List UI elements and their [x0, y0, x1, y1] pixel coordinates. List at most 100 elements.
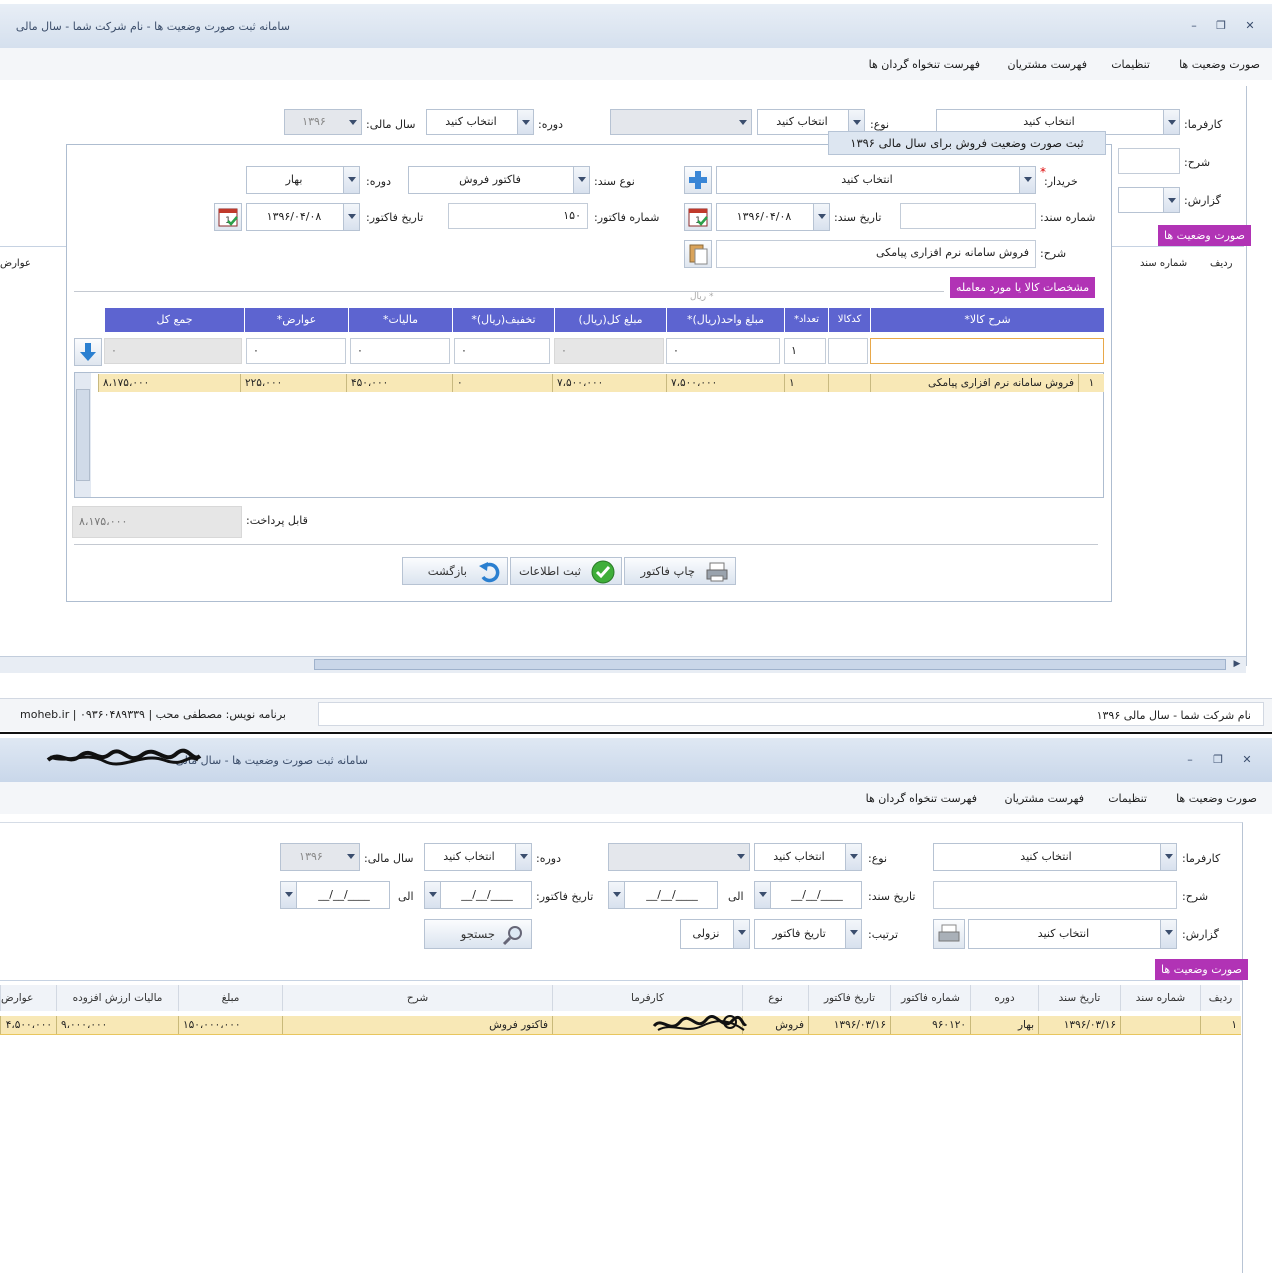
period-combo[interactable]: انتخاب کنید — [426, 109, 534, 135]
plus-icon — [689, 171, 707, 189]
side-tab-statements[interactable]: صورت وضعیت ها — [1155, 959, 1248, 980]
chevron-down-icon[interactable] — [515, 844, 531, 870]
chevron-down-icon[interactable] — [343, 204, 359, 230]
doctype-combo[interactable]: فاکتور فروش — [408, 166, 590, 194]
chevron-down-icon[interactable] — [425, 882, 441, 908]
chevron-down-icon[interactable] — [1163, 110, 1179, 134]
save-button[interactable]: ثبت اطلاعات — [510, 557, 622, 585]
copy-desc-button[interactable] — [684, 240, 712, 268]
chevron-down-icon[interactable] — [1160, 920, 1176, 948]
table-row[interactable]: ۱ ۱۳۹۶/۰۳/۱۶ بهار ۹۶۰۱۲۰ ۱۳۹۶/۰۳/۱۶ فروش… — [0, 1016, 1241, 1035]
sort-combo[interactable]: تاریخ فاکتور — [754, 919, 862, 949]
footer-divider — [74, 544, 1098, 545]
chevron-down-icon[interactable] — [345, 110, 361, 134]
docdate-calendar-button[interactable]: 1 — [684, 203, 712, 231]
chevron-down-icon[interactable] — [735, 110, 751, 134]
arrow-down-icon — [80, 343, 96, 361]
chevron-down-icon[interactable] — [343, 844, 359, 870]
items-scrollbar[interactable] — [75, 373, 91, 497]
chevron-down-icon[interactable] — [845, 844, 861, 870]
report-combo[interactable]: انتخاب کنید — [968, 919, 1177, 949]
background-h-scrollbar[interactable]: ▶ — [0, 656, 1246, 673]
back-button[interactable]: بازگشت — [402, 557, 508, 585]
chevron-down-icon[interactable] — [733, 920, 749, 948]
dialog-desc-input[interactable]: فروش سامانه نرم افزاری پیامکی — [716, 240, 1036, 268]
menu-statements[interactable]: صورت وضعیت ها — [1179, 58, 1260, 71]
item-tax-input[interactable]: ۰ — [350, 338, 450, 364]
order-combo[interactable]: نزولی — [680, 919, 750, 949]
menu-statements[interactable]: صورت وضعیت ها — [1176, 792, 1257, 805]
minimize-icon[interactable]: – — [1183, 754, 1197, 766]
item-code-input[interactable] — [828, 338, 868, 364]
dialog-period-combo[interactable]: بهار — [246, 166, 360, 194]
chevron-down-icon[interactable] — [573, 167, 589, 193]
chevron-down-icon[interactable] — [1160, 844, 1176, 870]
type-combo[interactable]: انتخاب کنید — [754, 843, 862, 871]
item-qty-input[interactable]: ۱ — [784, 338, 826, 364]
chevron-down-icon[interactable] — [1163, 188, 1179, 212]
chevron-down-icon[interactable] — [813, 204, 829, 230]
close-icon[interactable]: ✕ — [1243, 20, 1257, 32]
buyer-combo[interactable]: انتخاب کنید — [716, 166, 1036, 194]
side-tab-statements[interactable]: صورت وضعیت ها — [1158, 225, 1251, 246]
item-unit-input[interactable]: ۰ — [666, 338, 780, 364]
close-icon[interactable]: ✕ — [1240, 754, 1254, 766]
row-docdate: ۱۳۹۶/۰۳/۱۶ — [1038, 1016, 1120, 1034]
fiscal-year-combo[interactable]: ۱۳۹۶ — [284, 109, 362, 135]
period-label: دوره: — [538, 118, 563, 131]
chevron-down-icon[interactable] — [1019, 167, 1035, 193]
add-item-button[interactable] — [74, 338, 102, 366]
menu-petty-cash[interactable]: فهرست تنخواه گردان ها — [869, 58, 980, 71]
invdate-combo[interactable]: ۱۳۹۶/۰۴/۰۸ — [246, 203, 360, 231]
docdate-from-combo[interactable]: ____/__/__ — [754, 881, 862, 909]
scroll-thumb[interactable] — [76, 389, 90, 481]
payable-label: قابل پرداخت: — [246, 514, 308, 527]
chevron-down-icon[interactable] — [517, 110, 533, 134]
item-tax: ۴۵۰،۰۰۰ — [346, 374, 452, 392]
chevron-down-icon[interactable] — [609, 882, 625, 908]
print-invoice-button[interactable]: چاپ فاکتور — [624, 557, 736, 585]
restore-icon[interactable]: ❐ — [1211, 754, 1225, 766]
chevron-down-icon[interactable] — [281, 882, 297, 908]
employer-combo[interactable]: انتخاب کنید — [933, 843, 1177, 871]
docnum-input[interactable] — [900, 203, 1036, 229]
docdate-combo[interactable]: ۱۳۹۶/۰۴/۰۸ — [716, 203, 830, 231]
period-combo[interactable]: انتخاب کنید — [424, 843, 532, 871]
chevron-right-icon[interactable]: ▶ — [1230, 657, 1244, 672]
h-scroll-thumb[interactable] — [314, 659, 1226, 670]
item-duties-input[interactable]: ۰ — [246, 338, 346, 364]
table-row[interactable]: ۱ فروش سامانه نرم افزاری پیامکی ۱ ۷،۵۰۰،… — [98, 374, 1104, 392]
invdate-calendar-button[interactable]: 1 — [214, 203, 242, 231]
add-buyer-button[interactable] — [684, 166, 712, 194]
invnum-input[interactable]: ۱۵۰ — [448, 203, 588, 229]
invdate-to-combo[interactable]: ____/__/__ — [280, 881, 390, 909]
report-combo[interactable] — [1118, 187, 1180, 213]
menu-customers[interactable]: فهرست مشتریان — [1005, 792, 1085, 805]
restore-icon[interactable]: ❐ — [1214, 20, 1228, 32]
chevron-down-icon[interactable] — [755, 882, 771, 908]
row-docnum — [1120, 1016, 1200, 1034]
col-goods-desc: شرح کالا* — [870, 308, 1104, 332]
type-sub-combo[interactable] — [608, 843, 750, 871]
invdate-from-combo[interactable]: ____/__/__ — [424, 881, 532, 909]
sort-label: ترتیب: — [868, 928, 899, 941]
menu-settings[interactable]: تنظیمات — [1111, 58, 1150, 71]
type-sub-combo[interactable] — [610, 109, 752, 135]
menu-settings[interactable]: تنظیمات — [1108, 792, 1147, 805]
chevron-down-icon[interactable] — [845, 920, 861, 948]
desc-input[interactable] — [1118, 148, 1180, 174]
fiscal-year-combo[interactable]: ۱۳۹۶ — [280, 843, 360, 871]
item-desc-input[interactable] — [870, 338, 1104, 364]
minimize-icon[interactable]: – — [1187, 20, 1201, 32]
chevron-down-icon[interactable] — [343, 167, 359, 193]
menu-customers[interactable]: فهرست مشتریان — [1008, 58, 1088, 71]
desc-input[interactable] — [933, 881, 1177, 909]
docdate-to-combo[interactable]: ____/__/__ — [608, 881, 718, 909]
search-button[interactable]: جستجو — [424, 919, 532, 949]
item-discount-input[interactable]: ۰ — [454, 338, 550, 364]
item-total-input: ۰ — [554, 338, 664, 364]
print-report-button[interactable] — [933, 919, 965, 949]
menu-petty-cash[interactable]: فهرست تنخواه گردان ها — [866, 792, 977, 805]
chevron-down-icon[interactable] — [733, 844, 749, 870]
status-developer: برنامه نویس: مصطفی محب | ۰۹۳۶۰۴۸۹۳۳۹ | m… — [20, 708, 286, 721]
